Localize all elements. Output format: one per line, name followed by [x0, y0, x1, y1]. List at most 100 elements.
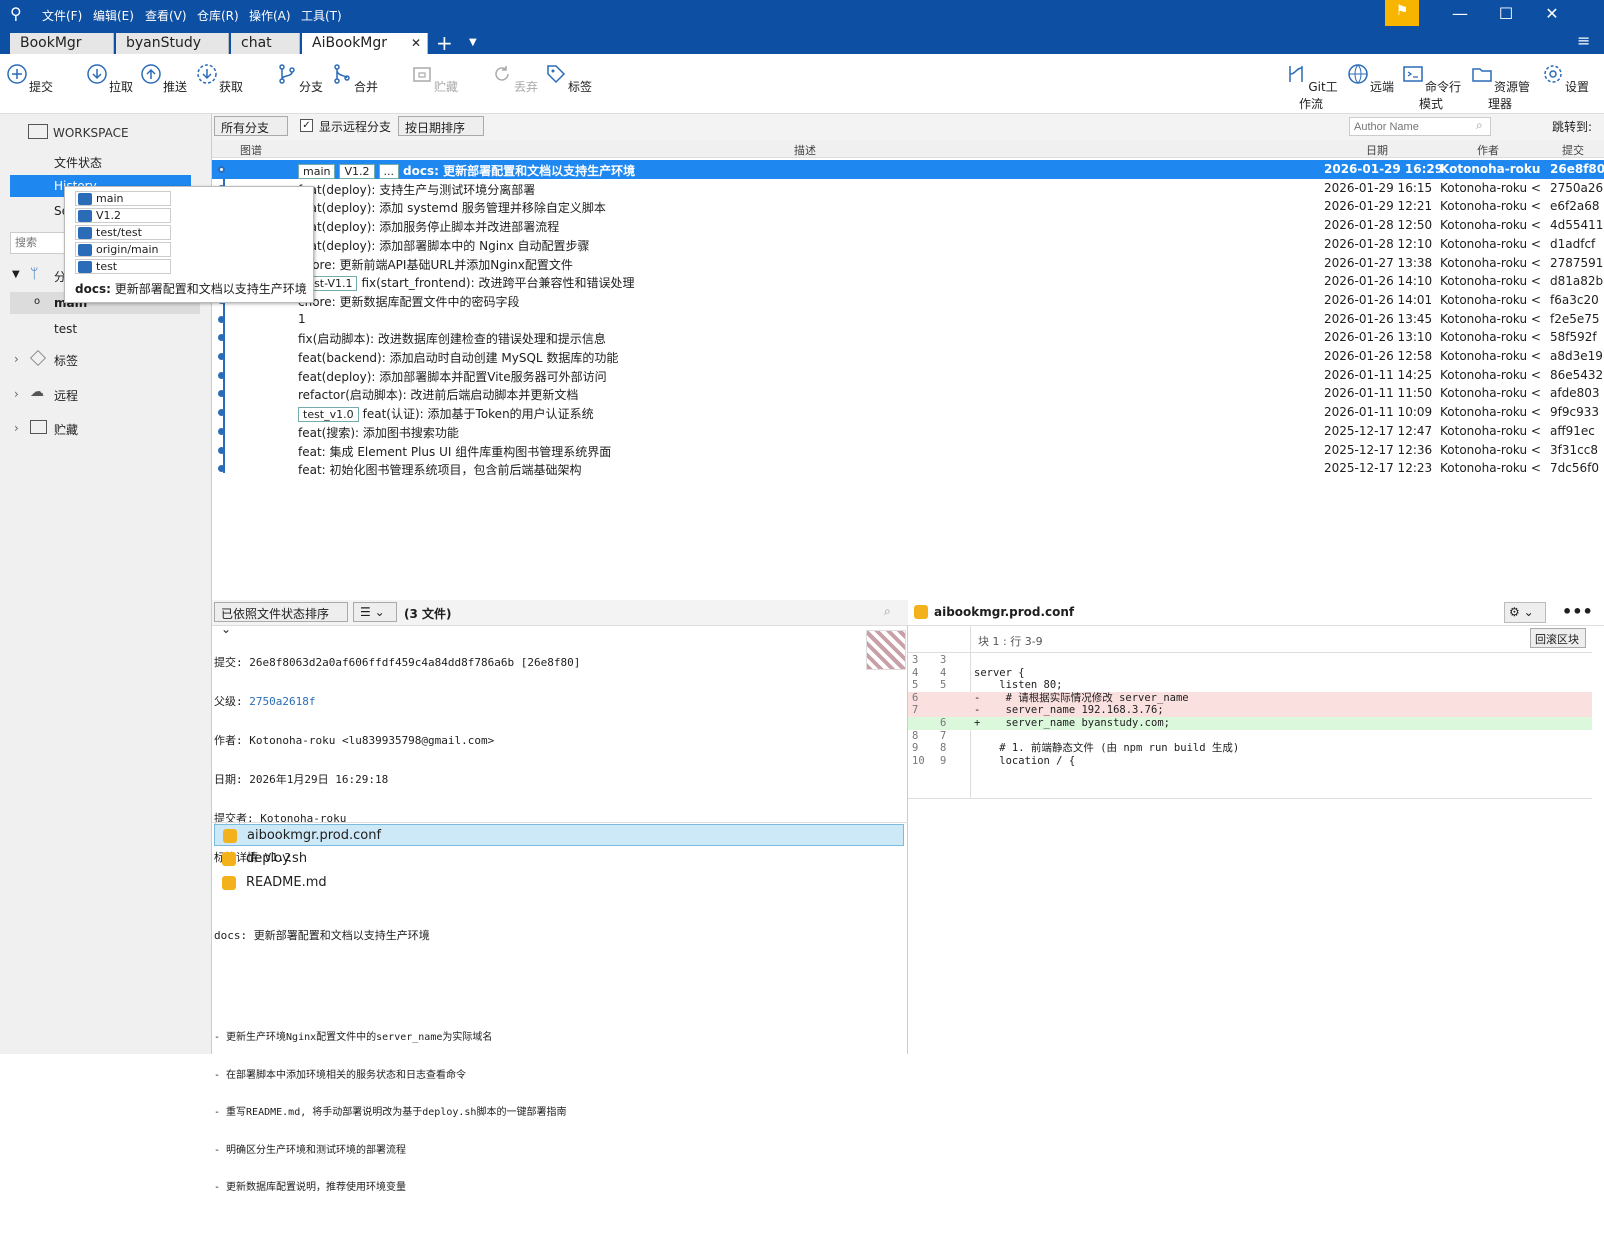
remote-label: 远端: [1369, 80, 1394, 94]
tab-close-icon[interactable]: ✕: [411, 36, 421, 50]
commit-row[interactable]: feat(deploy): 添加部署脚本并配置Vite服务器可外部访问 2026-…: [212, 366, 1604, 385]
menu-edit[interactable]: 编辑(E): [93, 7, 134, 24]
commit-row[interactable]: feat: 集成 Element Plus UI 组件库重构图书管理系统界面 20…: [212, 441, 1604, 460]
commit-row[interactable]: chore: 更新数据库配置文件中的密码字段 2026-01-26 14:01 Ko…: [212, 291, 1604, 310]
col-author[interactable]: 作者: [1477, 142, 1499, 158]
list-mode-dropdown[interactable]: ☰ ⌄: [353, 602, 397, 622]
terminal-button[interactable]: 命令行模式: [1400, 62, 1462, 112]
sidebar-item-tags[interactable]: 标签: [54, 352, 78, 369]
ref-tag[interactable]: test_v1.0: [298, 407, 359, 423]
commit-row[interactable]: feat(deploy): 添加服务停止脚本并改进部署流程 2026-01-28 …: [212, 216, 1604, 235]
commit-node: [218, 427, 225, 435]
branch-filter-label: 所有分支: [221, 121, 270, 135]
col-graph[interactable]: 图谱: [240, 142, 262, 158]
col-commit[interactable]: 提交: [1562, 142, 1584, 158]
commit-date: 2026-01-27 13:38: [1324, 255, 1433, 270]
file-item[interactable]: aibookmgr.prod.conf: [214, 824, 904, 846]
commit-node: [218, 446, 225, 454]
sidebar-item-remotes[interactable]: 远程: [54, 387, 78, 404]
tab-chat[interactable]: chat: [231, 33, 300, 54]
menu-repo[interactable]: 仓库(R): [197, 7, 239, 24]
commit-row[interactable]: feat(deploy): 添加部署脚本中的 Nginx 自动配置步骤 2026-…: [212, 235, 1604, 254]
commit-author: Kotonoha-roku <: [1440, 442, 1540, 457]
menu-view[interactable]: 查看(V): [145, 7, 187, 24]
branch-filter-dropdown[interactable]: 所有分支 ⌄: [214, 116, 288, 150]
commit-row[interactable]: feat(deploy): 支持生产与测试环境分离部署 2026-01-29 16…: [212, 179, 1604, 198]
commit-row[interactable]: chore: 更新前端API基础URL并添加Nginx配置文件 2026-01-2…: [212, 254, 1604, 273]
push-button[interactable]: 推送: [138, 62, 188, 95]
explorer-button[interactable]: 资源管理器: [1469, 62, 1531, 112]
tab-aibookmgr[interactable]: AiBookMgr ✕: [302, 33, 428, 54]
commit-hash-line: 提交: 26e8f8063d2a0af606ffdf459c4a84dd8f78…: [214, 656, 581, 669]
commit-author: Kotonoha-roku: [1440, 162, 1540, 176]
maximize-icon[interactable]: ☐: [1491, 4, 1521, 23]
menu-action[interactable]: 操作(A): [249, 7, 291, 24]
commit-button[interactable]: 提交: [4, 62, 54, 95]
sidebar-item-stashes[interactable]: 贮藏: [54, 421, 78, 438]
commit-row[interactable]: feat: 初始化图书管理系统项目，包含前后端基础架构 2025-12-17 12…: [212, 459, 1604, 478]
col-date[interactable]: 日期: [1366, 142, 1388, 158]
file-sort-dropdown[interactable]: 已依照文件状态排序 ⌄: [214, 602, 348, 636]
remotes-chevron-icon[interactable]: ›: [14, 387, 19, 401]
author-search-input[interactable]: [1349, 117, 1491, 136]
commit-row[interactable]: feat(搜索): 添加图书搜索功能 2025-12-17 12:47 Kotono…: [212, 422, 1604, 441]
commit-row[interactable]: fix(启动脚本): 改进数据库创建检查的错误处理和提示信息 2026-01-26…: [212, 328, 1604, 347]
new-line-number: 8: [940, 742, 947, 755]
show-remote-checkbox[interactable]: ✓: [300, 119, 313, 132]
ref-tag[interactable]: ...: [378, 164, 400, 179]
parent-link[interactable]: 2750a2618f: [249, 695, 315, 708]
remote-button[interactable]: 远端: [1345, 62, 1395, 95]
ref-tag[interactable]: main: [298, 164, 336, 179]
search-icon[interactable]: ⌕: [884, 604, 891, 619]
push-icon: [141, 64, 161, 84]
close-icon[interactable]: ✕: [1537, 4, 1567, 23]
sort-dropdown[interactable]: 按日期排序 ⌄: [398, 116, 484, 150]
commit-row[interactable]: test-V1.1 fix(start_frontend): 改进跨平台兼容性和错…: [212, 272, 1604, 292]
fetch-button[interactable]: 获取: [194, 62, 244, 95]
tab-dropdown-icon[interactable]: ▼: [469, 37, 477, 48]
flag-icon[interactable]: ⚑: [1385, 0, 1419, 26]
tab-byanstudy[interactable]: byanStudy: [116, 33, 229, 54]
commit-row[interactable]: 1 2026-01-26 13:45 Kotonoha-roku < f2e5e75: [212, 310, 1604, 329]
menu-tools[interactable]: 工具(T): [301, 7, 342, 24]
branch-button[interactable]: 分支: [274, 62, 324, 95]
file-item[interactable]: README.md: [214, 872, 904, 894]
sidebar-item-file-status[interactable]: 文件状态: [54, 154, 102, 171]
popup-ref-label: test/test: [96, 226, 142, 239]
merge-button[interactable]: 合并: [329, 62, 379, 95]
gitflow-button[interactable]: Git工作流: [1281, 62, 1341, 112]
pull-button[interactable]: 拉取: [84, 62, 134, 95]
commit-row[interactable]: refactor(启动脚本): 改进前后端启动脚本并更新文档 2026-01-11…: [212, 384, 1604, 403]
commit-row[interactable]: test_v1.0 feat(认证): 添加基于Token的用户认证系统 2026-…: [212, 403, 1604, 423]
col-description[interactable]: 描述: [794, 142, 816, 158]
diff-options-gear-icon[interactable]: ⚙ ⌄: [1504, 602, 1546, 623]
tag-button[interactable]: 标签: [543, 62, 593, 95]
commit-row[interactable]: main V1.2... docs: 更新部署配置和文档以支持生产环境 2026-01…: [212, 160, 1604, 179]
rollback-hunk-button[interactable]: 回滚区块: [1530, 628, 1586, 648]
add-tab-icon[interactable]: +: [436, 31, 453, 55]
commit-description: feat: 集成 Element Plus UI 组件库重构图书管理系统界面: [298, 443, 1298, 460]
menu-file[interactable]: 文件(F): [42, 7, 82, 24]
minimize-icon[interactable]: —: [1445, 4, 1475, 23]
tags-chevron-icon[interactable]: ›: [14, 352, 19, 366]
diff-line: 9 8 # 1. 前端静态文件 (由 npm run build 生成): [908, 742, 1592, 755]
ref-tag[interactable]: V1.2: [339, 164, 375, 179]
commit-row[interactable]: feat(backend): 添加启动时自动创建 MySQL 数据库的功能 202…: [212, 347, 1604, 366]
more-options-icon[interactable]: •••: [1562, 602, 1593, 621]
stash-button[interactable]: 贮藏: [409, 62, 459, 95]
commit-icon: [7, 64, 27, 84]
hamburger-icon[interactable]: ≡: [1577, 31, 1590, 50]
commit-message: feat(deploy): 添加部署脚本并配置Vite服务器可外部访问: [298, 369, 607, 384]
discard-button[interactable]: 丢弃: [489, 62, 539, 95]
tab-bookmgr[interactable]: BookMgr: [10, 33, 114, 54]
jump-to-label: 跳转到:: [1552, 120, 1593, 134]
commit-row[interactable]: feat(deploy): 添加 systemd 服务管理并移除自定义脚本 202…: [212, 197, 1604, 216]
stashes-chevron-icon[interactable]: ›: [14, 421, 19, 435]
commit-description: feat(deploy): 添加 systemd 服务管理并移除自定义脚本: [298, 199, 1298, 216]
file-item[interactable]: deploy.sh: [214, 848, 904, 870]
branches-chevron-down-icon[interactable]: ▼: [12, 269, 20, 280]
settings-button[interactable]: 设置: [1540, 62, 1590, 95]
branch-row-test[interactable]: test: [54, 322, 77, 336]
commit-author: Kotonoha-roku <: [1440, 367, 1540, 382]
pull-icon: [87, 64, 107, 84]
